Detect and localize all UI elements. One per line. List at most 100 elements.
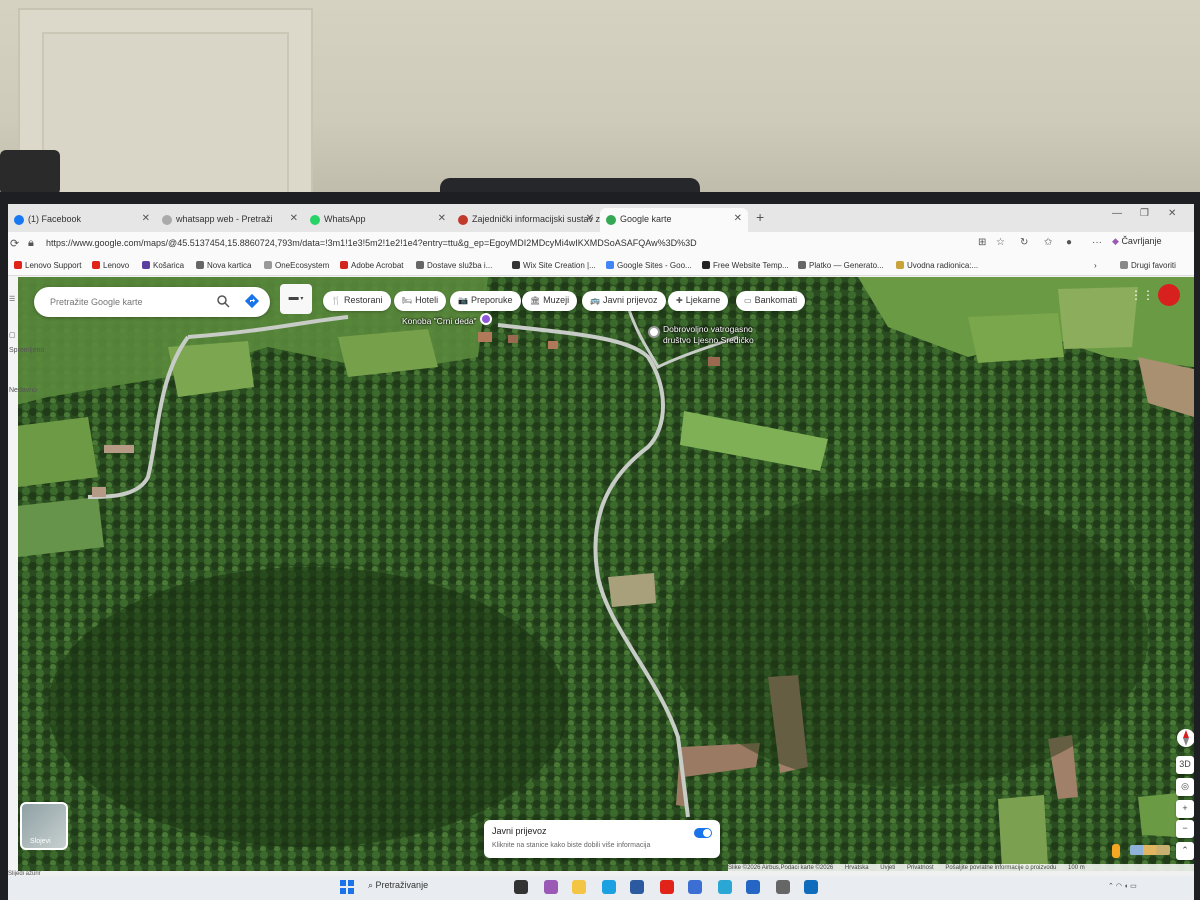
bookmark-item[interactable]: Nova kartica xyxy=(196,261,251,270)
tab-whatsapp[interactable]: WhatsApp ✕ xyxy=(304,208,452,232)
bookmark-item[interactable]: Lenovo Support xyxy=(14,261,82,270)
place-label-dvd-2[interactable]: društvo Ljesno Sredičko xyxy=(663,335,754,345)
bookmark-item[interactable]: Free Website Temp... xyxy=(702,261,789,270)
3d-toggle[interactable]: 3D xyxy=(1176,756,1194,774)
maps-search-box[interactable] xyxy=(34,287,270,317)
task-view-icon[interactable] xyxy=(514,880,528,894)
bookmark-item[interactable]: Uvodna radionica:... xyxy=(896,261,978,270)
zoom-out-button[interactable]: − xyxy=(1176,820,1194,838)
wix-icon xyxy=(512,261,520,269)
new-tab-icon[interactable]: + xyxy=(756,209,764,225)
windows-start-icon[interactable] xyxy=(340,880,354,894)
place-label-dvd-1[interactable]: Dobrovoljno vatrogasno xyxy=(663,324,753,334)
bookmark-item[interactable]: Platko — Generato... xyxy=(798,261,884,270)
bookmark-label: Wix Site Creation |... xyxy=(523,261,596,270)
avatar[interactable] xyxy=(1158,284,1180,306)
expand-icon[interactable]: ⌃ xyxy=(1176,842,1194,860)
bookmark-item[interactable]: Google Sites - Goo... xyxy=(606,261,692,270)
tab-facebook[interactable]: (1) Facebook ✕ xyxy=(8,208,156,232)
chip-transit[interactable]: 🚌 Javni prijevoz xyxy=(582,291,666,311)
tab-google-maps[interactable]: Google karte ✕ xyxy=(600,208,748,232)
restaurant-pin-icon[interactable] xyxy=(480,313,492,325)
minimize-icon[interactable]: — xyxy=(1112,208,1122,219)
store-icon[interactable] xyxy=(630,880,644,894)
lenovo-icon[interactable] xyxy=(660,880,674,894)
bookmark-item[interactable]: Wix Site Creation |... xyxy=(512,261,596,270)
directions-icon[interactable] xyxy=(244,293,260,309)
copilot-label: Čavrljanje xyxy=(1121,236,1162,246)
bookmark-item[interactable]: Dostave služba i... xyxy=(416,261,492,270)
apps-grid-icon[interactable]: ⊞ xyxy=(978,237,986,248)
chip-atms[interactable]: ▭ Bankomati xyxy=(736,291,806,311)
close-icon[interactable]: ✕ xyxy=(586,213,594,224)
copilot-button[interactable]: ◆ Čavrljanje xyxy=(1112,236,1161,247)
refresh-page-icon[interactable]: ↻ xyxy=(1020,237,1028,248)
refresh-icon[interactable]: ⟳ xyxy=(10,237,19,250)
url-field[interactable]: https://www.google.com/maps/@45.5137454,… xyxy=(46,238,697,248)
battery-icon[interactable]: ▭ xyxy=(1130,883,1137,890)
hidden-icons-icon[interactable]: ⌃ xyxy=(1108,883,1114,890)
transit-info-card[interactable]: Javni prijevoz Kliknite na stanice kako … xyxy=(484,820,720,858)
chip-label: Ljekarne xyxy=(685,295,721,305)
place-pin-icon[interactable] xyxy=(648,326,660,338)
bookmark-item[interactable]: Lenovo xyxy=(92,261,129,270)
vantage-icon[interactable] xyxy=(688,880,702,894)
bookmark-item[interactable]: Adobe Acrobat xyxy=(340,261,403,270)
close-icon[interactable]: ✕ xyxy=(142,213,150,224)
transit-toggle[interactable] xyxy=(694,828,712,838)
close-icon[interactable]: ✕ xyxy=(438,213,446,224)
more-icon[interactable]: ··· xyxy=(1092,237,1102,248)
bookmark-item[interactable]: Košarica xyxy=(142,261,184,270)
my-location-icon[interactable]: ◎ xyxy=(1176,778,1194,796)
profile-icon[interactable]: ● xyxy=(1066,237,1072,248)
bookmark-label: Košarica xyxy=(153,261,185,270)
chip-recommendations[interactable]: 📷 Preporuke xyxy=(450,291,521,311)
volume-icon[interactable]: ◖ xyxy=(1124,883,1128,890)
search-input[interactable] xyxy=(48,296,198,308)
menu-icon[interactable]: ☰ xyxy=(9,295,15,303)
close-window-icon[interactable]: ✕ xyxy=(1168,208,1176,219)
settings-icon[interactable] xyxy=(776,880,790,894)
compass-icon[interactable] xyxy=(1176,728,1194,748)
bookmark-item[interactable]: OneEcosystem xyxy=(264,261,329,270)
taskbar-search[interactable]: ⌕ Pretraživanje xyxy=(368,880,498,896)
star-icon[interactable]: ☆ xyxy=(996,237,1005,248)
lock-icon[interactable]: 🔒︎ xyxy=(28,237,34,250)
chevron-down-icon: ▾ xyxy=(298,296,304,302)
edge-icon[interactable] xyxy=(602,880,616,894)
satellite-map[interactable] xyxy=(8,277,1194,871)
wifi-icon[interactable]: ◠ xyxy=(1116,883,1122,890)
tab-zis[interactable]: Zajednički informacijski sustav zem ✕ xyxy=(452,208,600,232)
zoom-in-button[interactable]: + xyxy=(1176,800,1194,818)
file-explorer-icon[interactable] xyxy=(572,880,586,894)
copilot-icon[interactable] xyxy=(544,880,558,894)
system-tray[interactable]: ⌃ ◠ ◖ ▭ xyxy=(1108,882,1137,890)
saved-icon[interactable]: ▢ xyxy=(9,331,16,339)
chip-hotels[interactable]: 🛏 Hoteli xyxy=(394,291,447,311)
chevron-right-icon[interactable]: › xyxy=(1094,261,1097,270)
bus-icon: 🚌 xyxy=(590,296,600,305)
imagery-thumbnails[interactable] xyxy=(1130,845,1170,855)
other-bookmarks[interactable]: Drugi favoriti xyxy=(1120,261,1176,270)
bookmark-label: Lenovo xyxy=(103,261,130,270)
chip-pharmacies[interactable]: ✚ Ljekarne xyxy=(668,291,729,311)
camera-icon: 📷 xyxy=(458,296,468,305)
shop-icon xyxy=(142,261,150,269)
google-apps-icon[interactable]: ⋮⋮ xyxy=(1130,288,1154,302)
snipping-tool-icon[interactable] xyxy=(746,880,760,894)
outlook-icon[interactable] xyxy=(804,880,818,894)
chip-museums[interactable]: 🏛 Muzeji xyxy=(522,291,578,311)
close-icon[interactable]: ✕ xyxy=(734,213,742,224)
favorites-icon[interactable]: ✩ xyxy=(1044,237,1052,248)
transit-subtitle: Kliknite na stanice kako biste dobili vi… xyxy=(492,842,651,849)
place-label-konoba[interactable]: Konoba "Crni deda" xyxy=(402,316,477,326)
maximize-icon[interactable]: ❐ xyxy=(1140,208,1149,219)
close-icon[interactable]: ✕ xyxy=(290,213,298,224)
chip-restaurants[interactable]: 🍴 Restorani xyxy=(323,291,391,311)
photos-icon[interactable] xyxy=(718,880,732,894)
layers-button[interactable]: Slojevi xyxy=(20,802,68,850)
pegman-icon[interactable] xyxy=(1112,844,1120,858)
map-type-toggle[interactable]: ▬ ▾ xyxy=(280,284,312,314)
search-icon[interactable] xyxy=(216,294,230,308)
tab-whatsapp-search[interactable]: whatsapp web - Pretraži ✕ xyxy=(156,208,304,232)
